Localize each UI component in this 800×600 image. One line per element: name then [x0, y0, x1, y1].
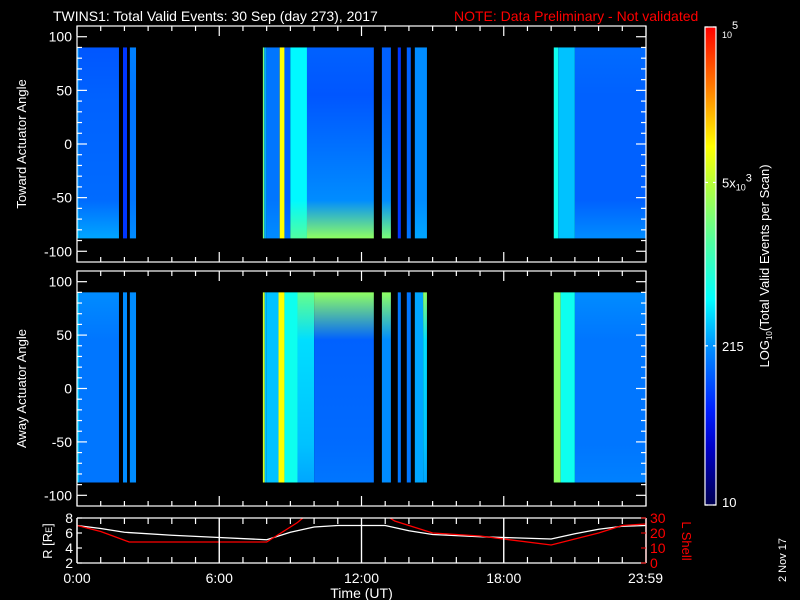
- colorbar-label-pre: LOG: [757, 340, 772, 367]
- spectrogram-strip: [414, 47, 427, 239]
- y-tick-label: -50: [52, 190, 72, 206]
- y-tick-label: -100: [44, 243, 72, 259]
- spectrogram-strip: [560, 292, 575, 483]
- spectrogram-strip: [266, 292, 279, 483]
- spectrogram-strip: [122, 292, 128, 483]
- spectrogram-strip: [290, 47, 307, 239]
- spectrogram-strip: [122, 47, 128, 239]
- y-tick-label: 50: [56, 82, 72, 98]
- spectrogram-strip: [278, 292, 285, 483]
- spectrogram-strip: [574, 47, 646, 239]
- x-tick-label: 0:00: [63, 570, 90, 586]
- l-shell-axis-label: L Shell: [679, 521, 694, 560]
- spectrogram-strip: [406, 292, 411, 483]
- r-axis-label-main: R [R: [40, 533, 55, 559]
- x-tick-label: 18:00: [486, 570, 521, 586]
- spectrogram-strip: [381, 292, 391, 483]
- l-shell-tick-label: 0: [650, 555, 658, 571]
- spectrogram-strip: [553, 47, 559, 239]
- spectrogram-strip: [406, 47, 411, 239]
- spectrogram-strip: [129, 292, 137, 483]
- tick-mantissa: 5x: [722, 175, 736, 190]
- x-tick-label: 23:59: [628, 570, 663, 586]
- x-axis-label: Time (UT): [330, 585, 392, 600]
- twins-plot: TWINS1: Total Valid Events: 30 Sep (day …: [0, 0, 800, 600]
- y-axis-label: Toward Actuator Angle: [14, 79, 29, 208]
- r-tick-label: 6: [65, 525, 73, 541]
- y-tick-label: -100: [44, 487, 72, 503]
- colorbar-label-post: (Total Valid Events per Scan): [757, 164, 772, 331]
- spectrogram-strip: [284, 292, 298, 483]
- x-tick-label: 6:00: [206, 570, 233, 586]
- tick-exponent: 3: [746, 172, 752, 184]
- spectrogram-strip: [297, 292, 315, 483]
- y-tick-label: -50: [52, 434, 72, 450]
- spectrogram-strip: [558, 47, 575, 239]
- spectrogram-strip: [397, 47, 401, 239]
- tick-mantissa: 10: [722, 495, 736, 510]
- colorbar-tick-label: 215: [722, 339, 744, 354]
- spectrogram-strip: [266, 47, 280, 239]
- y-axis-label: Away Actuator Angle: [14, 329, 29, 448]
- colorbar-scale: [704, 26, 717, 506]
- spectrogram-strip: [262, 47, 265, 239]
- spectrogram-strip: [574, 292, 646, 483]
- spectrogram-strip: [79, 47, 119, 239]
- y-tick-label: 0: [64, 136, 72, 152]
- r-tick-label: 4: [65, 540, 73, 556]
- spectrogram-strip: [264, 47, 267, 239]
- y-tick-label: 50: [56, 327, 72, 343]
- spectrogram-strip: [262, 292, 265, 483]
- colorbar-tick-label: 10: [722, 495, 736, 510]
- tick-exponent: 5: [732, 20, 738, 32]
- spectrogram-strip: [129, 47, 137, 239]
- r-tick-label: 8: [65, 510, 73, 526]
- y-tick-label: 0: [64, 381, 72, 397]
- x-tick-label: 12:00: [344, 570, 379, 586]
- footer-date: 2 Nov 17: [777, 538, 789, 582]
- spectrogram-strip: [414, 292, 424, 483]
- r-tick-label: 2: [65, 555, 73, 571]
- spectrogram-strip: [381, 47, 391, 239]
- spectrogram-strip: [284, 47, 291, 239]
- spectrogram-strip: [314, 292, 374, 483]
- preliminary-note: NOTE: Data Preliminary - Not validated: [454, 8, 698, 24]
- l-shell-tick-label: 30: [650, 510, 666, 526]
- r-axis-label-end: ]: [40, 523, 55, 527]
- tick-base: 10: [722, 30, 732, 40]
- tick-mantissa: 215: [722, 339, 744, 354]
- tick-base: 10: [736, 182, 746, 192]
- l-shell-tick-label: 10: [650, 540, 666, 556]
- spectrogram-strip: [79, 292, 119, 483]
- spectrogram-strip: [306, 47, 374, 239]
- plot-title: TWINS1: Total Valid Events: 30 Sep (day …: [53, 8, 378, 24]
- spectrogram-strip: [553, 292, 561, 483]
- spectrogram-strip: [423, 292, 427, 483]
- spectrogram-strip: [264, 292, 267, 483]
- spectrogram-strip: [397, 292, 401, 483]
- y-tick-label: 100: [49, 29, 73, 45]
- y-tick-label: 100: [49, 274, 73, 290]
- spectrogram-strip: [279, 47, 285, 239]
- l-shell-tick-label: 20: [650, 525, 666, 541]
